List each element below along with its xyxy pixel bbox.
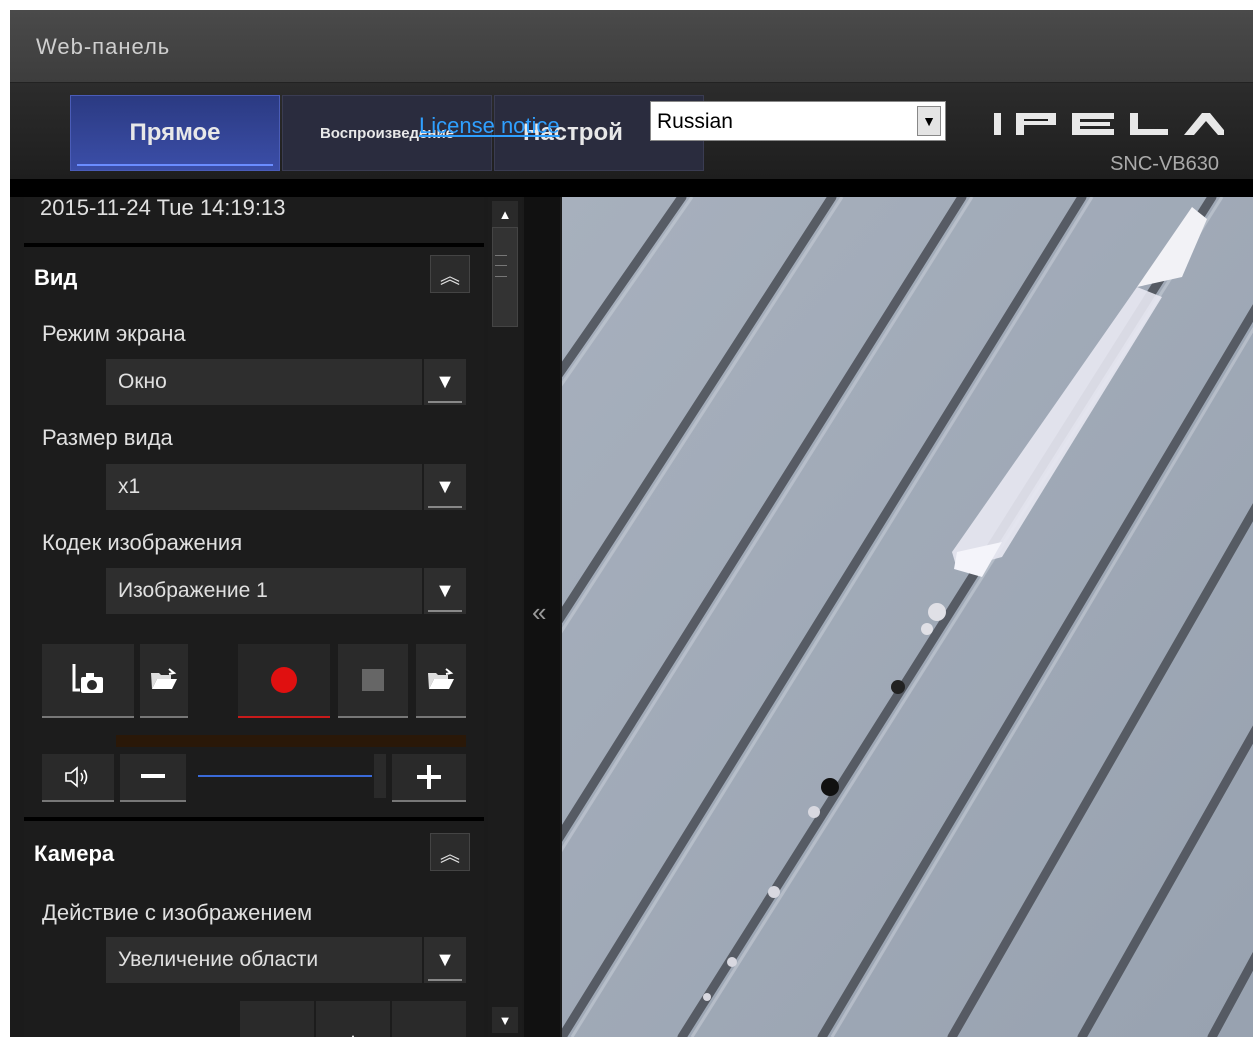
chevron-down-icon[interactable]: ▼ [422,359,466,405]
pan-left-button[interactable] [392,1001,466,1037]
volume-down-button[interactable] [120,754,186,802]
snapshot-button[interactable] [42,644,134,718]
screen-mode-select[interactable]: Окно ▼ [106,359,466,405]
image-codec-select[interactable]: Изображение 1 ▼ [106,568,466,614]
recording-status-bar [116,735,466,747]
volume-slider[interactable] [196,752,386,800]
image-codec-label: Кодек изображения [42,530,243,555]
brand-logo [994,113,1224,135]
folder-icon [428,668,454,689]
app-window: Web-панель Прямое Воспроизведение Настро… [10,10,1253,1037]
speaker-icon [65,766,88,788]
image-action-select[interactable]: Увеличение области ▼ [106,937,466,983]
view-size-select[interactable]: x1 ▼ [106,464,466,510]
image-action-label: Действие с изображением [42,900,313,925]
volume-up-button[interactable] [392,754,466,802]
divider [24,817,484,821]
screen-mode-value: Окно [118,370,167,393]
grip-icon [495,255,507,277]
header-divider [10,179,1253,197]
control-panel: 2015-11-24 Tue 14:19:13 Вид ︽ Режим экра… [24,197,484,1037]
tilt-up-button[interactable] [316,1001,390,1037]
title-bar: Web-панель [10,10,1253,83]
language-select-value: Russian [657,110,733,133]
image-action-value: Увеличение области [118,948,319,971]
arrow-up-icon [351,1035,355,1037]
tab-live[interactable]: Прямое [70,95,280,171]
double-chevron-up-icon[interactable]: ︽ [430,833,470,871]
pan-right-button[interactable] [240,1001,314,1037]
record-button[interactable] [238,644,330,718]
plus-icon [417,765,441,789]
stop-icon [362,669,384,691]
divider [24,243,484,247]
view-size-label: Размер вида [42,425,173,450]
license-notice-link[interactable]: License notice [419,113,560,139]
image-codec-value: Изображение 1 [118,579,268,602]
recording-folder-button[interactable] [416,644,466,718]
control-panel-scrollbar[interactable]: ▲ ▼ [488,197,522,1037]
camera-icon [72,664,103,693]
scroll-down-icon[interactable]: ▼ [492,1007,518,1033]
snapshot-folder-button[interactable] [140,644,188,718]
stop-button[interactable] [338,644,408,718]
record-icon [271,667,297,693]
model-name: SNC-VB630 [1110,153,1219,175]
chevron-down-icon[interactable]: ▼ [422,464,466,510]
folder-icon [151,668,177,689]
window-title: Web-панель [36,34,171,59]
panel-collapse-bar[interactable]: « [524,197,560,1037]
chevron-down-icon[interactable]: ▼ [422,937,466,983]
double-chevron-up-icon[interactable]: ︽ [430,255,470,293]
minus-icon [141,774,165,778]
camera-image [562,197,1253,1037]
double-chevron-left-icon[interactable]: « [532,597,546,628]
scrollbar-thumb[interactable] [492,227,518,327]
view-section-title: Вид [34,265,78,290]
view-size-value: x1 [118,475,141,498]
screen-mode-label: Режим экрана [42,321,186,346]
chevron-down-icon[interactable]: ▼ [917,106,941,136]
volume-slider-handle[interactable] [374,754,386,798]
mute-button[interactable] [42,754,114,802]
header: Прямое Воспроизведение Настрой License n… [10,83,1253,179]
camera-section-title: Камера [34,841,115,866]
live-video-view[interactable] [562,197,1253,1037]
language-select[interactable]: Russian ▼ [650,101,946,141]
datetime-display: 2015-11-24 Tue 14:19:13 [40,197,286,220]
scroll-up-icon[interactable]: ▲ [492,201,518,227]
chevron-down-icon[interactable]: ▼ [422,568,466,614]
